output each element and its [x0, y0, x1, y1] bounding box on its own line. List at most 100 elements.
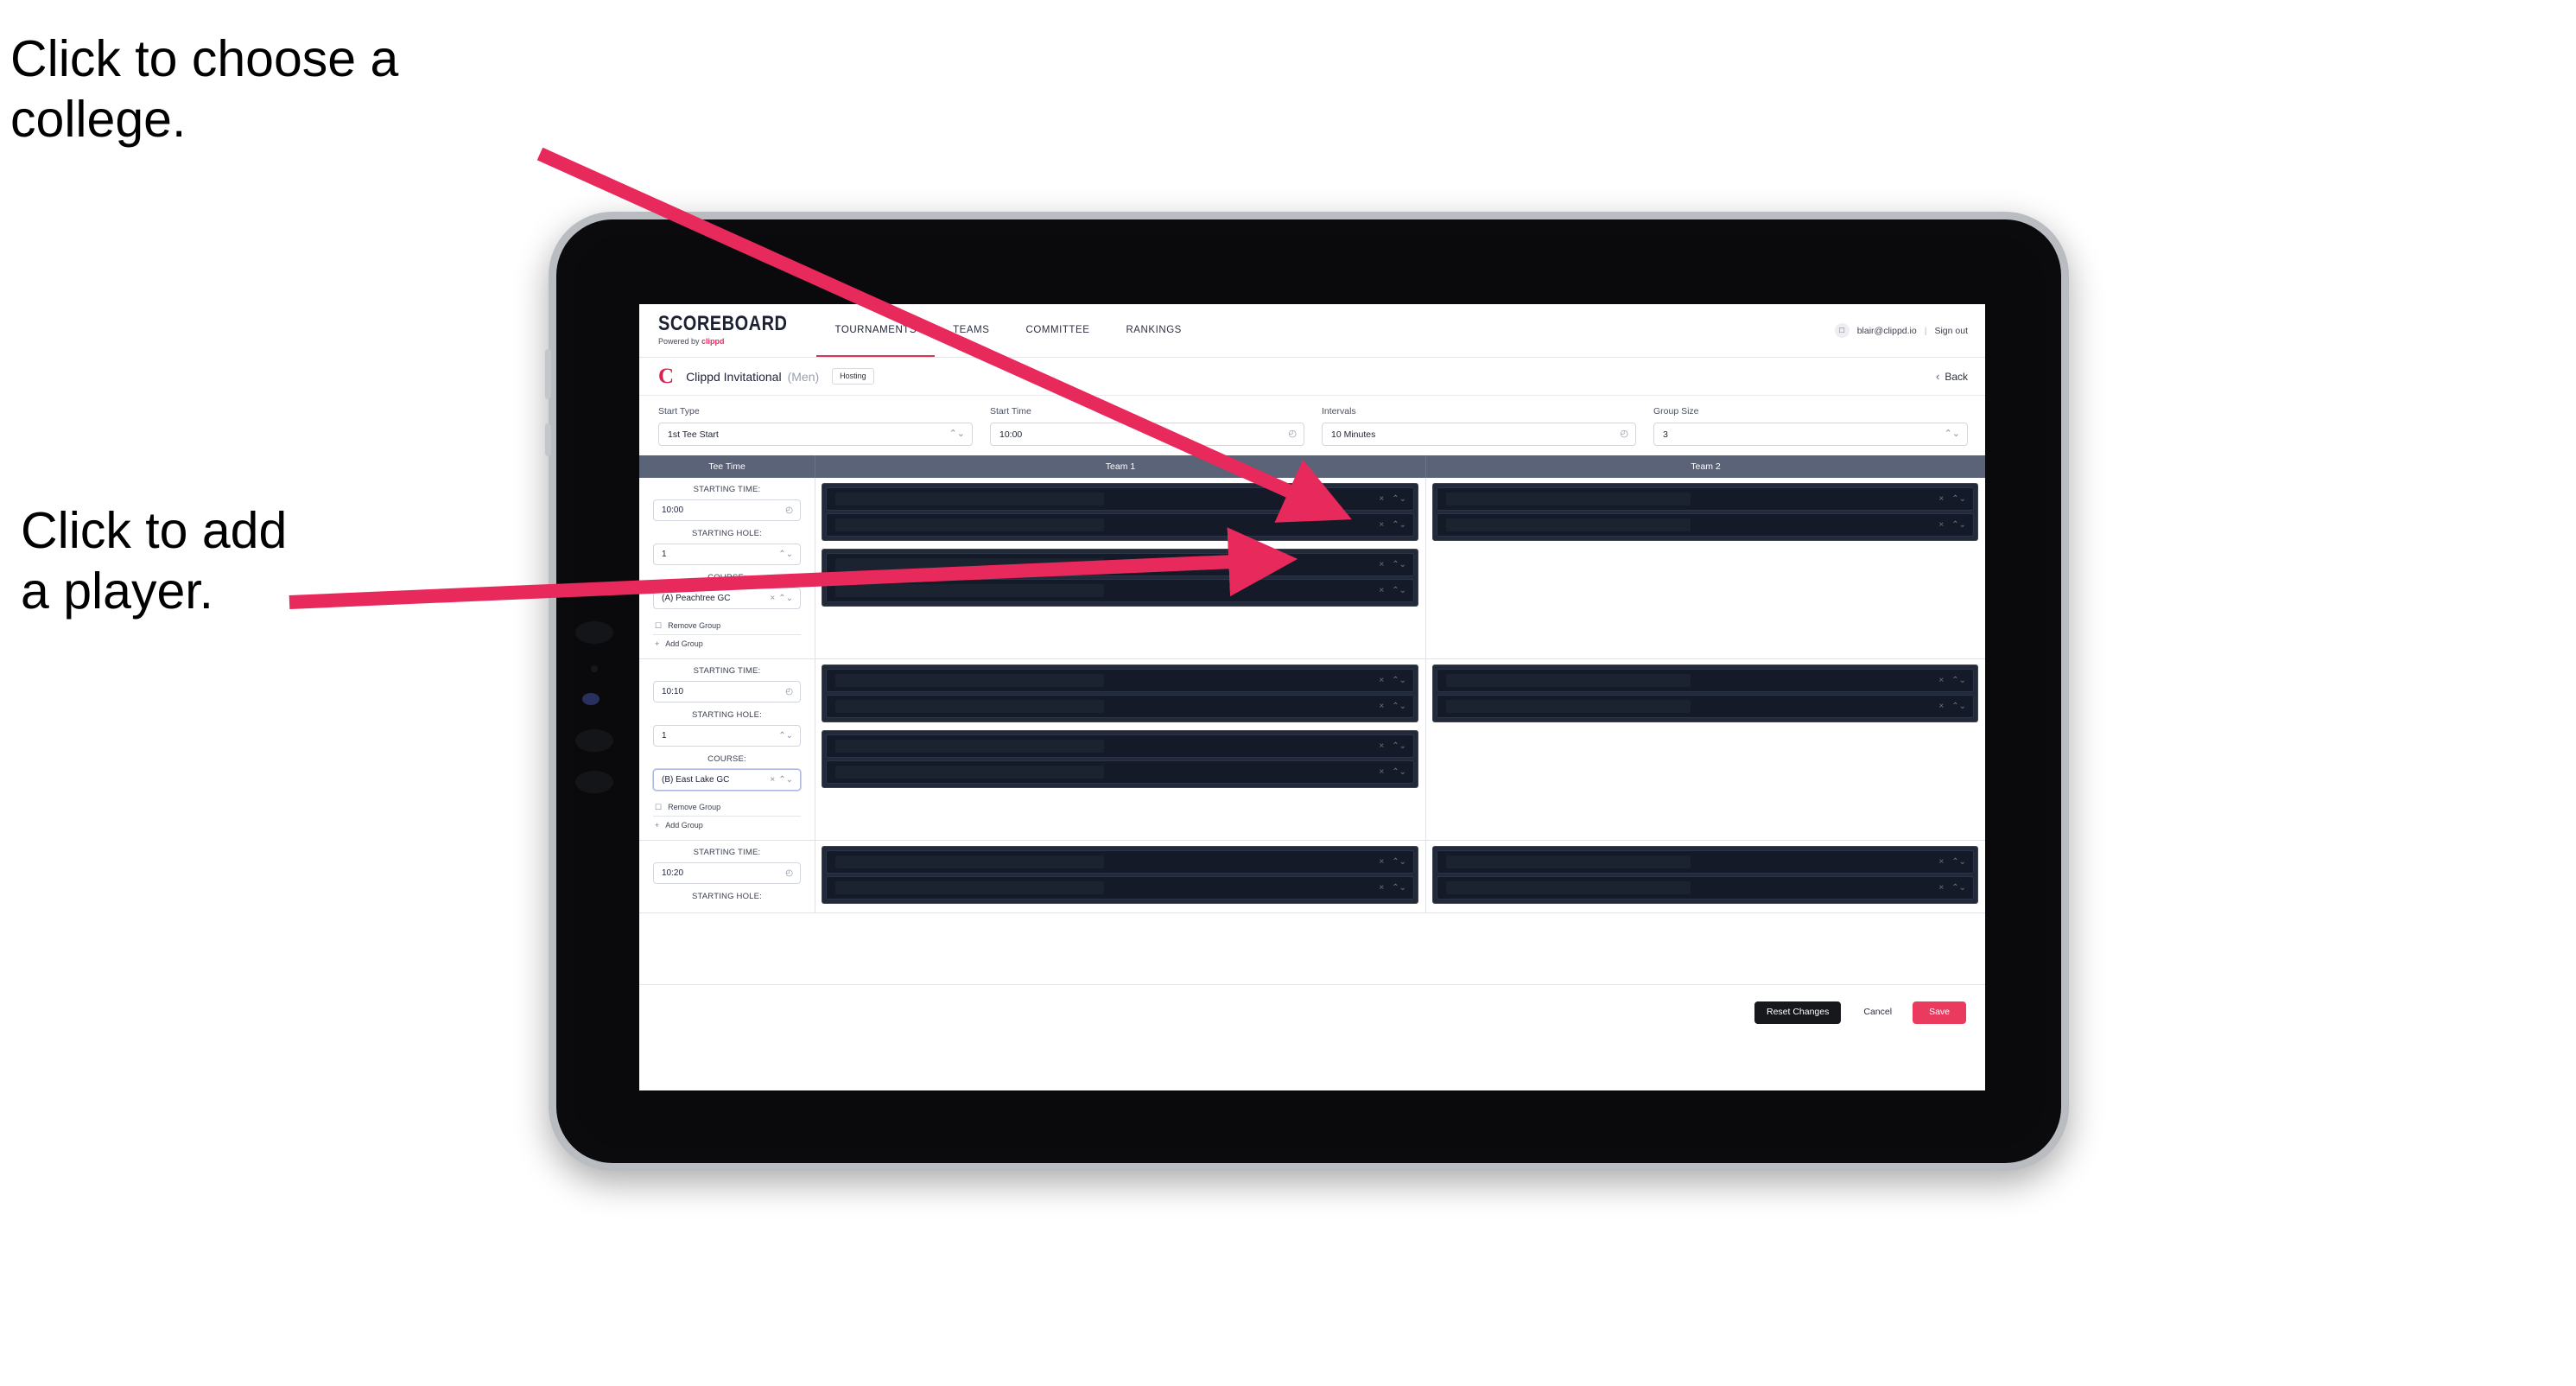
back-link[interactable]: ‹ Back: [1936, 370, 1968, 383]
clear-icon[interactable]: ×: [1379, 586, 1384, 595]
reset-changes-button[interactable]: Reset Changes: [1754, 1001, 1842, 1024]
stepper-icon[interactable]: ⌃⌄: [1392, 494, 1406, 504]
starting-time-input[interactable]: 10:20 ◴: [653, 862, 801, 884]
bezel-speaker-icon: [575, 771, 613, 793]
stepper-icon[interactable]: ⌃⌄: [1951, 702, 1966, 711]
player-select-row[interactable]: × ⌃⌄: [826, 695, 1414, 718]
starting-time-input[interactable]: 10:10 ◴: [653, 681, 801, 703]
stepper-icon[interactable]: ⌃⌄: [1392, 883, 1406, 893]
clear-icon[interactable]: ×: [1379, 741, 1384, 751]
clock-icon[interactable]: ◴: [1620, 429, 1628, 439]
stepper-icon[interactable]: ⌃⌄: [1392, 520, 1406, 530]
stepper-icon[interactable]: ⌃⌄: [1951, 494, 1966, 504]
clock-icon[interactable]: ◴: [785, 868, 793, 878]
player-select-row[interactable]: × ⌃⌄: [826, 760, 1414, 784]
player-select-row[interactable]: × ⌃⌄: [826, 734, 1414, 758]
clear-icon[interactable]: ×: [1379, 883, 1384, 893]
stepper-icon[interactable]: ⌃⌄: [949, 429, 965, 439]
field-label: Intervals: [1322, 406, 1356, 416]
cancel-button[interactable]: Cancel: [1848, 1001, 1907, 1024]
stepper-icon[interactable]: ⌃⌄: [1392, 702, 1406, 711]
clear-icon[interactable]: ×: [770, 594, 775, 603]
stepper-icon[interactable]: ⌃⌄: [1392, 676, 1406, 685]
stepper-icon[interactable]: ⌃⌄: [1392, 767, 1406, 777]
clear-icon[interactable]: ×: [1379, 494, 1384, 504]
clear-icon[interactable]: ×: [1379, 676, 1384, 685]
column-header-tee-time: Tee Time: [639, 455, 815, 478]
stepper-icon[interactable]: ⌃⌄: [1945, 429, 1960, 439]
intervals-input[interactable]: 10 Minutes ◴: [1322, 423, 1636, 446]
player-select-row[interactable]: × ⌃⌄: [826, 669, 1414, 692]
chevron-left-icon: ‹: [1935, 370, 1940, 383]
team-1-cell: × ⌃⌄ × ⌃⌄ × ⌃⌄ × ⌃⌄: [815, 478, 1426, 658]
stepper-icon[interactable]: ⌃⌄: [1951, 883, 1966, 893]
starting-time-input[interactable]: 10:00 ◴: [653, 499, 801, 521]
clock-icon[interactable]: ◴: [1288, 429, 1297, 439]
player-select-row[interactable]: × ⌃⌄: [1437, 513, 1974, 537]
player-select-row[interactable]: × ⌃⌄: [826, 553, 1414, 576]
player-select-row[interactable]: × ⌃⌄: [1437, 876, 1974, 900]
nav-link-committee[interactable]: COMMITTEE: [1007, 304, 1107, 357]
scoreboard-logo[interactable]: SCOREBOARD Powered by clippd: [658, 304, 816, 357]
clear-icon[interactable]: ×: [1938, 883, 1944, 893]
remove-group-button[interactable]: ☐ Remove Group: [653, 798, 801, 816]
player-group-block: × ⌃⌄ × ⌃⌄: [822, 664, 1418, 722]
clear-icon[interactable]: ×: [1938, 520, 1944, 530]
player-select-row[interactable]: × ⌃⌄: [826, 876, 1414, 900]
stepper-icon[interactable]: ⌃⌄: [778, 594, 793, 603]
field-label: Start Type: [658, 406, 700, 416]
course-select[interactable]: (B) East Lake GC × ⌃⌄: [653, 769, 801, 791]
player-select-row[interactable]: × ⌃⌄: [826, 487, 1414, 511]
starting-hole-input[interactable]: 1 ⌃⌄: [653, 725, 801, 747]
clear-icon[interactable]: ×: [1379, 520, 1384, 530]
start-type-select[interactable]: 1st Tee Start ⌃⌄: [658, 423, 973, 446]
player-select-row[interactable]: × ⌃⌄: [1437, 487, 1974, 511]
nav-link-rankings[interactable]: RANKINGS: [1107, 304, 1199, 357]
start-time-input[interactable]: 10:00 ◴: [990, 423, 1304, 446]
remove-group-button[interactable]: ☐ Remove Group: [653, 617, 801, 634]
stepper-icon[interactable]: ⌃⌄: [778, 550, 793, 559]
clear-icon[interactable]: ×: [770, 775, 775, 785]
player-select-row[interactable]: × ⌃⌄: [826, 513, 1414, 537]
player-select-row[interactable]: × ⌃⌄: [826, 850, 1414, 874]
stepper-icon[interactable]: ⌃⌄: [1392, 586, 1406, 595]
stepper-icon[interactable]: ⌃⌄: [1392, 741, 1406, 751]
clear-icon[interactable]: ×: [1938, 857, 1944, 867]
tee-time-table-body[interactable]: STARTING TIME: 10:00 ◴ STARTING HOLE: 1 ⌃⌄ COU…: [639, 478, 1985, 984]
clear-icon[interactable]: ×: [1938, 702, 1944, 711]
player-group-block: × ⌃⌄ × ⌃⌄: [1432, 846, 1978, 904]
player-select-row[interactable]: × ⌃⌄: [1437, 695, 1974, 718]
stepper-icon[interactable]: ⌃⌄: [1392, 560, 1406, 569]
table-row: STARTING TIME: 10:10 ◴ STARTING HOLE: 1 ⌃⌄ COU…: [639, 659, 1985, 841]
user-avatar-icon[interactable]: ☐: [1834, 323, 1850, 338]
stepper-icon[interactable]: ⌃⌄: [1951, 857, 1966, 867]
clear-icon[interactable]: ×: [1379, 702, 1384, 711]
stepper-icon[interactable]: ⌃⌄: [778, 775, 793, 785]
add-group-button[interactable]: + Add Group: [653, 634, 801, 652]
nav-link-teams[interactable]: TEAMS: [935, 304, 1007, 357]
clear-icon[interactable]: ×: [1379, 767, 1384, 777]
player-select-row[interactable]: × ⌃⌄: [1437, 850, 1974, 874]
save-button[interactable]: Save: [1913, 1001, 1966, 1024]
stepper-icon[interactable]: ⌃⌄: [778, 731, 793, 741]
clear-icon[interactable]: ×: [1938, 676, 1944, 685]
annotation-choose-college: Click to choose a college.: [10, 30, 399, 148]
stepper-icon[interactable]: ⌃⌄: [1951, 676, 1966, 685]
hosting-badge: Hosting: [832, 368, 874, 385]
starting-hole-input[interactable]: 1 ⌃⌄: [653, 544, 801, 565]
player-name-value: [835, 855, 1104, 868]
nav-link-tournaments[interactable]: TOURNAMENTS: [816, 304, 936, 357]
sign-out-link[interactable]: Sign out: [1934, 326, 1968, 336]
course-select[interactable]: (A) Peachtree GC × ⌃⌄: [653, 588, 801, 609]
player-select-row[interactable]: × ⌃⌄: [826, 579, 1414, 602]
clock-icon[interactable]: ◴: [785, 505, 793, 515]
stepper-icon[interactable]: ⌃⌄: [1392, 857, 1406, 867]
clear-icon[interactable]: ×: [1938, 494, 1944, 504]
group-size-select[interactable]: 3 ⌃⌄: [1653, 423, 1968, 446]
add-group-button[interactable]: + Add Group: [653, 816, 801, 834]
stepper-icon[interactable]: ⌃⌄: [1951, 520, 1966, 530]
player-select-row[interactable]: × ⌃⌄: [1437, 669, 1974, 692]
clock-icon[interactable]: ◴: [785, 687, 793, 696]
clear-icon[interactable]: ×: [1379, 857, 1384, 867]
clear-icon[interactable]: ×: [1379, 560, 1384, 569]
